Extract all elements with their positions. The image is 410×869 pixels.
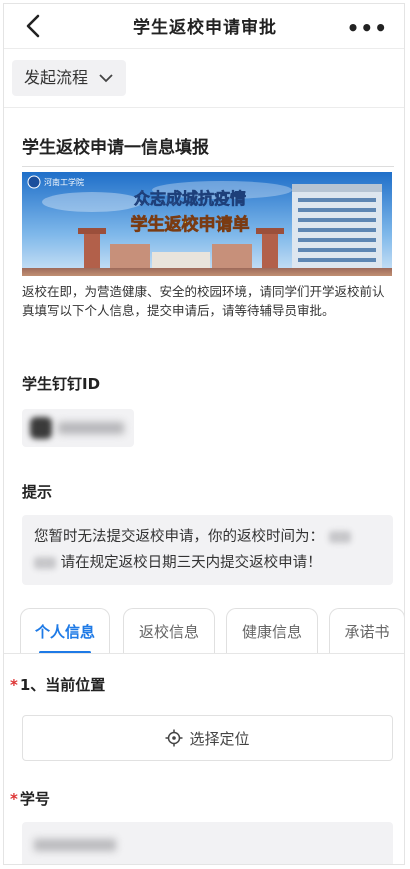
tab-label: 个人信息 <box>34 623 95 641</box>
form-heading: 学生返校申请一信息填报 <box>22 138 209 158</box>
select-location-button[interactable]: 选择定位 <box>22 715 393 761</box>
app-screen: 学生返校申请审批 ••• 发起流程 学生返校申请一信息填报 河南工学院 众志成城… <box>3 3 405 865</box>
redacted-date <box>328 531 351 543</box>
top-nav-bar: 学生返校申请审批 ••• <box>4 4 404 48</box>
tip-text-part1: 您暂时无法提交返校申请，你的返校时间为： <box>34 529 324 545</box>
nav-divider <box>4 48 404 49</box>
tab-label: 返校信息 <box>138 623 199 641</box>
start-flow-label: 发起流程 <box>24 68 89 87</box>
student-id-input[interactable] <box>22 822 393 864</box>
tab-personal-info[interactable]: 个人信息 <box>20 608 110 654</box>
page-title: 学生返校申请审批 <box>133 18 277 38</box>
avatar <box>30 417 52 439</box>
tab-return-info[interactable]: 返校信息 <box>123 608 215 654</box>
location-label-text: 1、当前位置 <box>19 676 106 694</box>
dingtalk-id-value <box>22 409 134 447</box>
redacted-student-id <box>34 839 116 851</box>
form-tabs: 个人信息 返校信息 健康信息 承诺书 <box>20 608 404 654</box>
heading-underline <box>22 166 394 167</box>
student-id-label-text: 学号 <box>19 790 50 808</box>
tab-label: 承诺书 <box>344 623 390 641</box>
redacted-date-cont <box>34 557 56 569</box>
section-divider <box>4 107 404 108</box>
student-id-field-label: * 学号 <box>10 788 50 809</box>
required-marker: * <box>10 790 18 808</box>
tip-label: 提示 <box>22 483 53 501</box>
select-location-label: 选择定位 <box>189 730 250 748</box>
locate-icon <box>165 729 183 746</box>
banner-form-title: 学生返校申请单 <box>131 214 250 235</box>
tab-health-info[interactable]: 健康信息 <box>226 608 318 654</box>
banner-logo-text: 河南工学院 <box>44 177 84 187</box>
dingtalk-id-label: 学生钉钉ID <box>22 375 101 393</box>
tabs-divider <box>4 653 404 654</box>
tip-message: 您暂时无法提交返校申请，你的返校时间为： 请在规定返校日期三天内提交返校申请！ <box>22 515 393 585</box>
tip-text-part2: 请在规定返校日期三天内提交返校申请！ <box>60 555 322 571</box>
more-options-icon[interactable]: ••• <box>347 16 388 40</box>
banner-slogan: 众志成城抗疫情 <box>134 189 246 208</box>
required-marker: * <box>10 676 18 694</box>
form-description: 返校在即，为营造健康、安全的校园环境，请同学们开学返校前认真填写以下个人信息，提… <box>22 284 385 318</box>
location-field-label: * 1、当前位置 <box>10 674 105 695</box>
banner-image: 河南工学院 众志成城抗疫情 学生返校申请单 <box>22 172 392 276</box>
tab-commitment[interactable]: 承诺书 <box>329 608 404 654</box>
start-flow-dropdown[interactable]: 发起流程 <box>12 60 126 96</box>
tab-label: 健康信息 <box>241 623 302 641</box>
chevron-down-icon <box>99 74 113 83</box>
redacted-text <box>58 422 124 434</box>
